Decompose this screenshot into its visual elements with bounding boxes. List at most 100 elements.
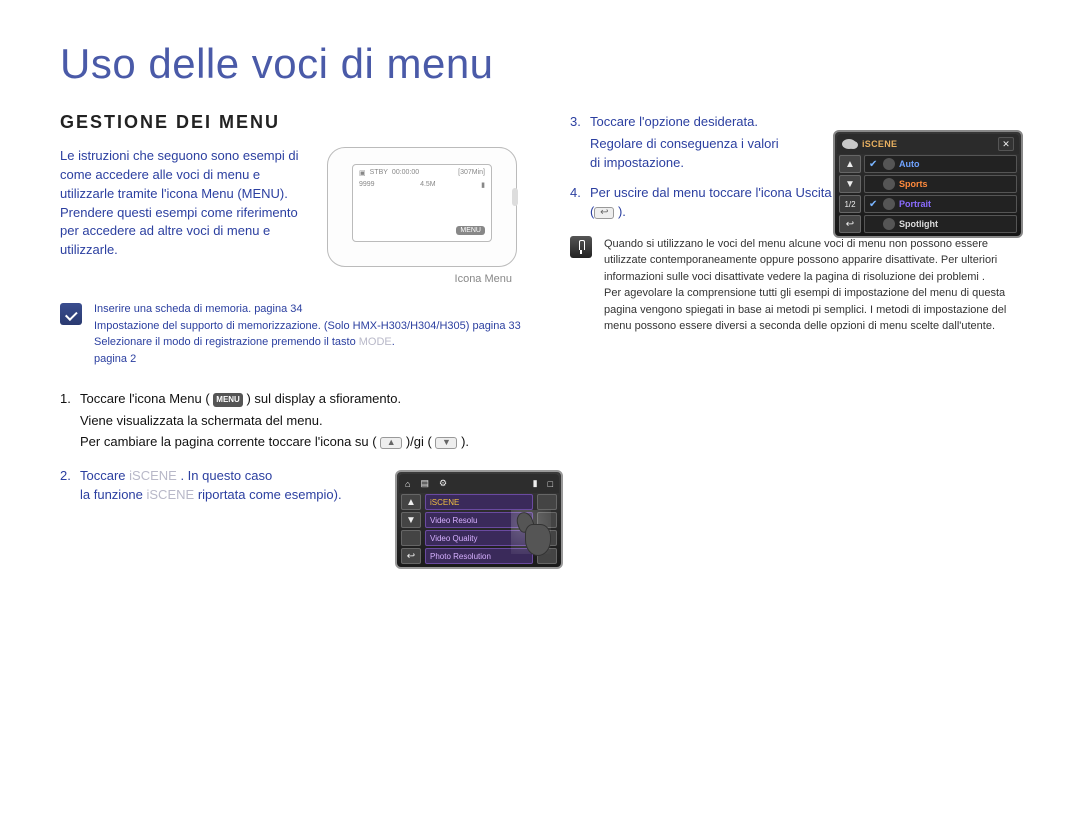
scene-return-icon: ↩ xyxy=(839,215,861,233)
scene-panel-title: iSCENE xyxy=(862,139,992,149)
step-1-sub2: Per cambiare la pagina corrente toccare … xyxy=(80,432,530,452)
note-icon xyxy=(570,236,592,258)
scene-opt-auto: Auto xyxy=(864,155,1017,173)
step-1-sub2a: Per cambiare la pagina corrente toccare … xyxy=(80,434,377,449)
intro-text: Le istruzioni che seguono sono esempi di… xyxy=(60,147,315,260)
note-p2: Per agevolare la comprensione tutti gli … xyxy=(604,285,1020,335)
scene-opt-portrait-label: Portrait xyxy=(899,199,931,209)
scene-opt-spotlight-label: Spotlight xyxy=(899,219,938,229)
time-label: 00:00:00 xyxy=(392,169,419,177)
step-1-sub1: Viene visualizzata la schermata del menu… xyxy=(80,411,530,431)
scene-row-1: ▲ Auto xyxy=(837,154,1019,174)
up-icon: ▲ xyxy=(401,494,421,510)
step-1-number: 1. xyxy=(60,389,71,409)
touch-row-2: ▼ Video Resolu xyxy=(399,511,559,529)
iscene-word-2: iSCENE xyxy=(147,487,195,502)
scene-up-icon: ▲ xyxy=(839,155,861,173)
step-1: 1. Toccare l'icona Menu ( MENU ) sul dis… xyxy=(60,389,530,452)
iscene-word-1: iSCENE xyxy=(129,468,177,483)
touch-item-photores: Photo Resolution xyxy=(425,548,533,564)
touch-row-4: ↩ Photo Resolution xyxy=(399,547,559,565)
blank-nav-1 xyxy=(401,530,421,546)
spotlight-ico xyxy=(883,218,895,230)
scene-opt-sports-label: Sports xyxy=(899,179,928,189)
auto-ico xyxy=(883,158,895,170)
precheck-line-2: Impostazione del supporto di memorizzazi… xyxy=(94,318,521,335)
menu-chip-icon: MENU xyxy=(213,393,243,407)
note-p1: Quando si utilizzano le voci del menu al… xyxy=(604,236,1020,286)
step-2-line2b: riportata come esempio). xyxy=(198,487,342,502)
check-on-icon xyxy=(869,159,879,169)
home-icon: ⌂ xyxy=(405,479,410,489)
precheck-line-3a: Selezionare il modo di registrazione pre… xyxy=(94,336,359,348)
gear-icon: ⚙ xyxy=(439,478,447,489)
step-3a: Toccare l'opzione desiderata. xyxy=(590,114,758,129)
portrait-ico xyxy=(883,198,895,210)
check-on-icon-2 xyxy=(869,199,879,209)
precheck-list: Inserire una scheda di memoria. pagina 3… xyxy=(94,301,521,367)
return-nav-icon: ↩ xyxy=(401,548,421,564)
scene-opt-sports: Sports xyxy=(864,175,1017,193)
touch-end-3 xyxy=(537,530,557,546)
precheck-line-3: Selezionare il modo di registrazione pre… xyxy=(94,334,521,351)
screen-mid-row: 9999 4.5M ▮ xyxy=(353,181,491,189)
step-3-number: 3. xyxy=(570,112,581,132)
section-heading: GESTIONE DEI MENU xyxy=(60,112,530,133)
close-icon: ✕ xyxy=(998,137,1014,151)
note-text: Quando si utilizzano le voci del menu al… xyxy=(604,236,1020,335)
check-icon xyxy=(60,303,82,325)
left-column: GESTIONE DEI MENU Le istruzioni che segu… xyxy=(60,112,530,519)
step-1a: Toccare l'icona Menu ( xyxy=(80,391,210,406)
step-4-number: 4. xyxy=(570,183,581,203)
touch-item-vidres: Video Resolu xyxy=(425,512,533,528)
touch-row-3: Video Quality xyxy=(399,529,559,547)
icon-placeholder: ▣ xyxy=(359,169,366,177)
step-1b: ) sul display a sfioramento. xyxy=(246,391,401,406)
stby-label: STBY xyxy=(370,169,388,177)
step-4a: Per uscire dal menu toccare l'icona Usci… xyxy=(590,185,840,200)
scene-row-4: ↩ Spotlight xyxy=(837,214,1019,234)
touch-item-vidqual: Video Quality xyxy=(425,530,533,546)
page-title: Uso delle voci di menu xyxy=(60,40,1020,88)
screen-top-row: ▣ STBY 00:00:00 [307Min] xyxy=(353,165,491,181)
scene-opt-spotlight: Spotlight xyxy=(864,215,1017,233)
scene-page-indicator: 1/2 xyxy=(839,195,861,213)
battery-icon: ▮ xyxy=(533,478,538,489)
touch-menu-panel: ⌂ ▤ ⚙ ▮ □ ▲ iSCENE ▼ Video Resolu Video … xyxy=(395,470,563,569)
precheck-line-3b: . xyxy=(392,336,395,348)
step-2a: Toccare xyxy=(80,468,129,483)
touch-item-iscene: iSCENE xyxy=(425,494,533,510)
touch-row-1: ▲ iSCENE xyxy=(399,493,559,511)
scene-row-3: 1/2 Portrait xyxy=(837,194,1019,214)
scene-row-2: ▼ Sports xyxy=(837,174,1019,194)
check-off-icon xyxy=(869,179,879,189)
status-icon: □ xyxy=(548,479,553,489)
precheck-block: Inserire una scheda di memoria. pagina 3… xyxy=(60,301,530,367)
check-off-icon-2 xyxy=(869,219,879,229)
return-icon: ↩ xyxy=(594,207,614,219)
scene-options-panel: iSCENE ✕ ▲ Auto ▼ Sports 1/2 Portrait ↩ … xyxy=(833,130,1023,238)
device-figure: ▣ STBY 00:00:00 [307Min] 9999 4.5M ▮ MEN… xyxy=(327,147,517,267)
precheck-line-4: pagina 2 xyxy=(94,351,521,368)
remain-label: [307Min] xyxy=(458,169,485,177)
cloud-icon xyxy=(842,139,856,149)
note-block: Quando si utilizzano le voci del menu al… xyxy=(570,236,1020,335)
page: Uso delle voci di menu GESTIONE DEI MENU… xyxy=(0,0,1080,539)
down-button-icon: ▼ xyxy=(435,437,457,449)
device-screen: ▣ STBY 00:00:00 [307Min] 9999 4.5M ▮ MEN… xyxy=(352,164,492,242)
step-1-sub2b: )/gi ( xyxy=(406,434,432,449)
touch-end-1 xyxy=(537,494,557,510)
device-caption: Icona Menu xyxy=(455,273,512,285)
step-2-number: 2. xyxy=(60,466,71,486)
scene-down-icon: ▼ xyxy=(839,175,861,193)
down-icon: ▼ xyxy=(401,512,421,528)
sports-ico xyxy=(883,178,895,190)
screen-menu-chip: MENU xyxy=(456,226,485,235)
up-button-icon: ▲ xyxy=(380,437,402,449)
step-1-sub2c: ). xyxy=(461,434,469,449)
step-2b: . In questo caso xyxy=(180,468,272,483)
mode-word: MODE xyxy=(359,336,392,348)
scene-opt-portrait: Portrait xyxy=(864,195,1017,213)
menu-icon: ▤ xyxy=(420,478,429,489)
touch-panel-top: ⌂ ▤ ⚙ ▮ □ xyxy=(399,474,559,493)
